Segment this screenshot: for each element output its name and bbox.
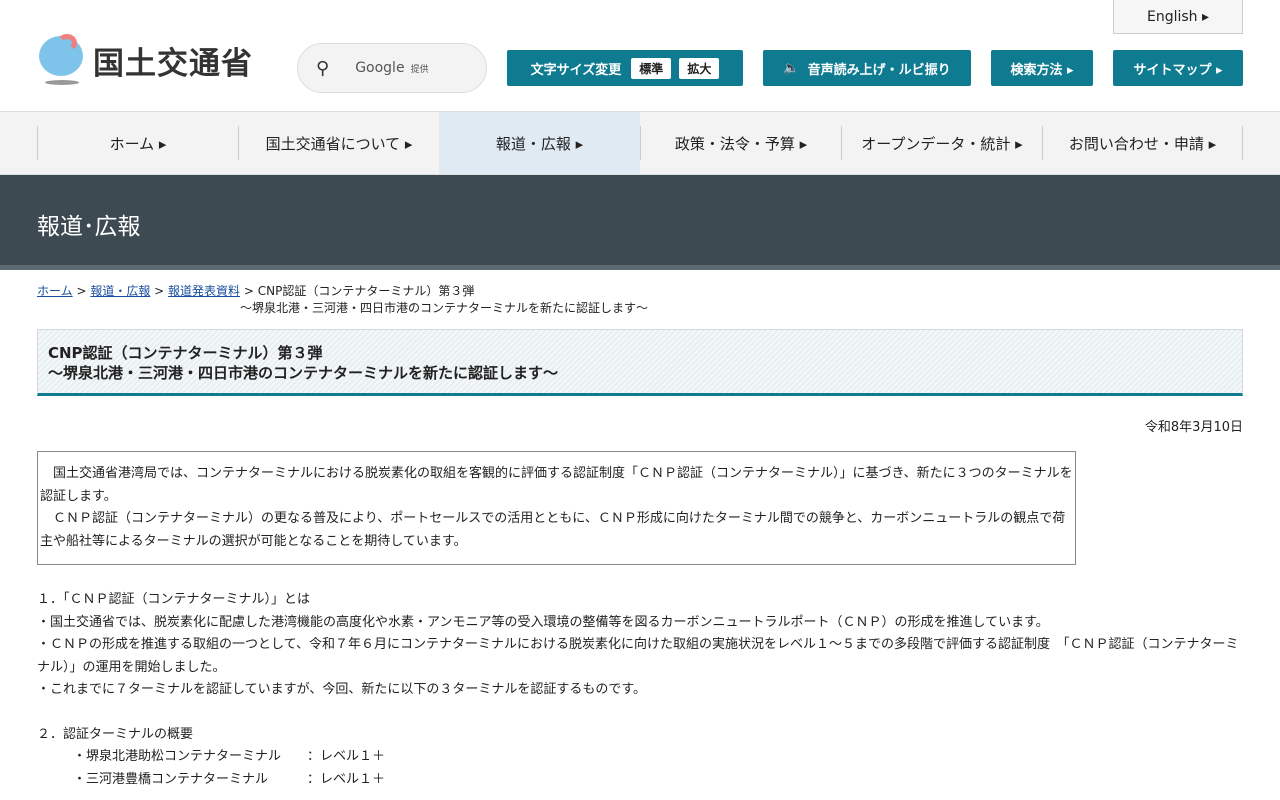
global-nav: ホーム ▸ 国土交通省について ▸ 報道・広報 ▸ 政策・法令・予算 ▸ オープ… xyxy=(0,112,1280,175)
title-line2: ～堺泉北港・三河港・四日市港のコンテナターミナルを新たに認証します～ xyxy=(48,364,559,382)
site-header: 国土交通省 ⚲ Google 提供 English ▸ 文字サイズ変更 標準 拡大… xyxy=(0,0,1280,112)
breadcrumb-current: CNP認証（コンテナターミナル）第３弾 xyxy=(257,284,475,298)
font-size-control: 文字サイズ変更 標準 拡大 xyxy=(507,50,743,86)
logo-mark-icon xyxy=(37,34,85,86)
breadcrumb-home[interactable]: ホーム xyxy=(37,284,73,298)
nav-about[interactable]: 国土交通省について ▸ xyxy=(238,126,439,160)
search-button[interactable]: ⚲ Google 提供 xyxy=(297,43,487,93)
font-large-button[interactable]: 拡大 xyxy=(679,57,720,79)
list-item: ・国土交通省では、脱炭素化に配慮した港湾機能の高度化や水素・アンモニア等の受入環… xyxy=(37,614,1049,630)
search-icon: ⚲ xyxy=(316,57,330,79)
breadcrumb-press[interactable]: 報道・広報 xyxy=(90,284,150,298)
section-banner: 報道･広報 xyxy=(0,175,1280,270)
sitemap-button[interactable]: サイトマップ ▸ xyxy=(1113,50,1243,86)
list-item: ・三河港豊橋コンテナターミナル ：レベル１＋ xyxy=(73,771,386,787)
font-size-label: 文字サイズ変更 xyxy=(530,62,622,78)
breadcrumb-releases[interactable]: 報道発表資料 xyxy=(168,284,240,298)
page-title: CNP認証（コンテナターミナル）第３弾 ～堺泉北港・三河港・四日市港のコンテナタ… xyxy=(37,329,1243,396)
google-sub: 提供 xyxy=(410,65,429,75)
article-body: １．「ＣＮＰ認証（コンテナターミナル）」とは ・国土交通省では、脱炭素化に配慮し… xyxy=(0,565,1280,791)
release-date: 令和8年3月10日 xyxy=(1144,420,1243,435)
lead-paragraph: 国土交通省港湾局では、コンテナターミナルにおける脱炭素化の取組を客観的に評価する… xyxy=(40,466,1073,504)
font-standard-button[interactable]: 標準 xyxy=(631,57,672,79)
speaker-icon: 🔈 xyxy=(783,60,800,76)
nav-press[interactable]: 報道・広報 ▸ xyxy=(439,112,640,174)
lead-paragraph: ＣＮＰ認証（コンテナターミナル）の更なる普及により、ポートセールスでの活用ととも… xyxy=(40,511,1066,549)
mlit-logo[interactable]: 国土交通省 xyxy=(37,34,253,86)
search-method-button[interactable]: 検索方法 ▸ xyxy=(991,50,1093,86)
title-line1: CNP認証（コンテナターミナル）第３弾 xyxy=(48,344,323,362)
speech-button[interactable]: 🔈 音声読み上げ・ルビ振り xyxy=(763,50,971,86)
list-item: ・これまでに７ターミナルを認証していますが、今回、新たに以下の３ターミナルを認証… xyxy=(37,682,647,697)
logo-text: 国土交通省 xyxy=(93,45,253,82)
english-link[interactable]: English ▸ xyxy=(1113,0,1243,34)
speech-label: 音声読み上げ・ルビ振り xyxy=(807,62,951,78)
lead-box: 国土交通省港湾局では、コンテナターミナルにおける脱炭素化の取組を客観的に評価する… xyxy=(37,451,1076,565)
nav-home[interactable]: ホーム ▸ xyxy=(37,126,238,160)
section-heading: ２．認証ターミナルの概要 xyxy=(37,726,194,742)
list-item: ・堺泉北港助松コンテナターミナル ：レベル１＋ xyxy=(73,749,386,764)
breadcrumb: ホーム > 報道・広報 > 報道発表資料 > CNP認証（コンテナターミナル）第… xyxy=(0,270,1280,317)
google-label: Google xyxy=(355,60,405,76)
list-item: ・ＣＮＰの形成を推進する取組の一つとして、令和７年６月にコンテナターミナルにおけ… xyxy=(37,637,1239,675)
nav-policy[interactable]: 政策・法令・予算 ▸ xyxy=(640,126,841,160)
nav-opendata[interactable]: オープンデータ・統計 ▸ xyxy=(841,126,1042,160)
breadcrumb-current-sub: ～堺泉北港・三河港・四日市港のコンテナターミナルを新たに認証します～ xyxy=(240,301,649,315)
section-heading: １．「ＣＮＰ認証（コンテナターミナル）」とは xyxy=(37,592,311,607)
nav-contact[interactable]: お問い合わせ・申請 ▸ xyxy=(1042,126,1243,160)
